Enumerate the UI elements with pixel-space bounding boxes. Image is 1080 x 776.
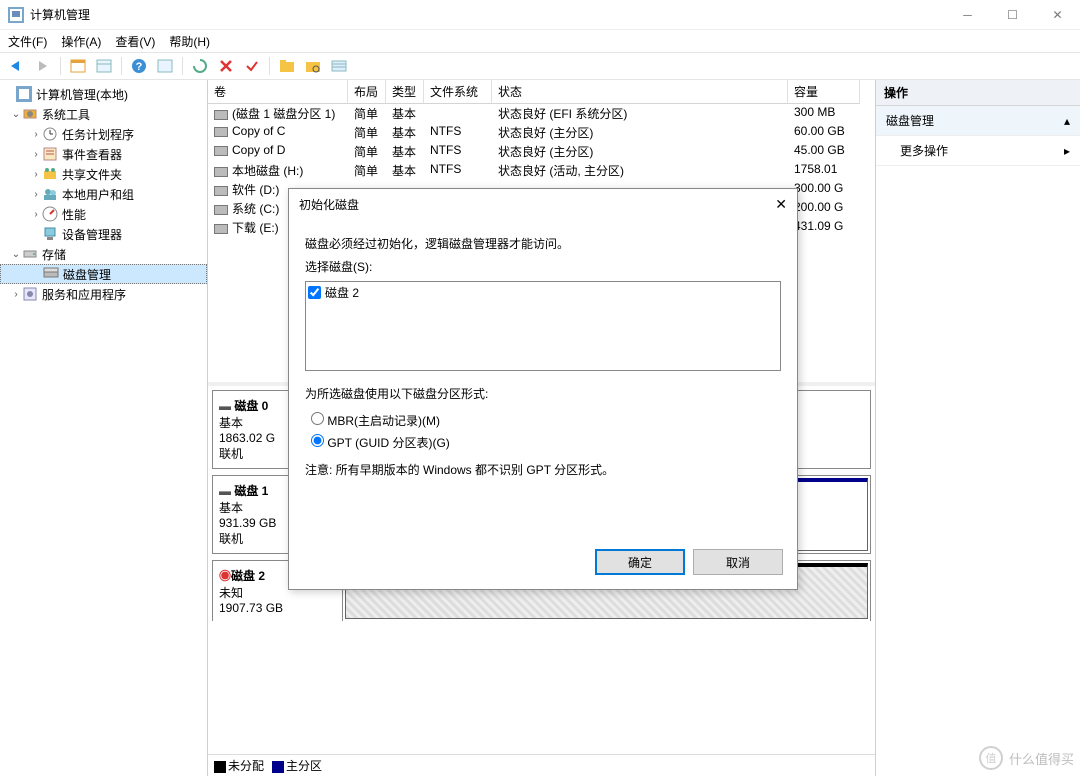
minimize-button[interactable]: ─	[945, 0, 990, 29]
tree-storage[interactable]: ⌄存储	[0, 244, 207, 264]
gpt-radio-label[interactable]: GPT (GUID 分区表)(G)	[311, 434, 781, 451]
ok-button[interactable]: 确定	[595, 549, 685, 575]
hdr-status[interactable]: 状态	[492, 80, 788, 104]
menubar: 文件(F) 操作(A) 查看(V) 帮助(H)	[0, 30, 1080, 52]
dialog-desc: 磁盘必须经过初始化，逻辑磁盘管理器才能访问。	[305, 235, 781, 252]
titlebar: 计算机管理 ─ ☐ ✕	[0, 0, 1080, 30]
collapse-icon[interactable]: ▴	[1064, 114, 1070, 128]
window-title: 计算机管理	[30, 6, 90, 23]
back-button[interactable]	[6, 55, 28, 77]
view-icon[interactable]	[154, 55, 176, 77]
gpt-radio[interactable]	[311, 434, 324, 447]
tree-devmgr[interactable]: 设备管理器	[0, 224, 207, 244]
list-icon[interactable]	[328, 55, 350, 77]
close-button[interactable]: ✕	[1035, 0, 1080, 29]
list-row[interactable]: Copy of D简单基本NTFS状态良好 (主分区)45.00 GB	[208, 142, 875, 161]
check-icon[interactable]	[241, 55, 263, 77]
help-icon[interactable]: ?	[128, 55, 150, 77]
maximize-button[interactable]: ☐	[990, 0, 1035, 29]
expand-icon[interactable]: ▸	[1064, 144, 1070, 158]
menu-file[interactable]: 文件(F)	[8, 33, 47, 50]
mbr-radio[interactable]	[311, 412, 324, 425]
tree-shared[interactable]: ›共享文件夹	[0, 164, 207, 184]
toolbar: ?	[0, 52, 1080, 80]
hdr-type[interactable]: 类型	[386, 80, 424, 104]
tree-services[interactable]: ›服务和应用程序	[0, 284, 207, 304]
mbr-radio-label[interactable]: MBR(主启动记录)(M)	[311, 412, 781, 429]
forward-button[interactable]	[32, 55, 54, 77]
watermark: 值 什么值得买	[979, 746, 1074, 770]
disk2-checkbox[interactable]	[308, 286, 321, 299]
disk-checkbox-item[interactable]: 磁盘 2	[308, 284, 778, 301]
app-icon	[8, 7, 24, 23]
hdr-fs[interactable]: 文件系统	[424, 80, 492, 104]
properties-icon[interactable]	[93, 55, 115, 77]
actions-pane: 操作 磁盘管理▴ 更多操作▸	[876, 80, 1080, 776]
tree-event[interactable]: ›事件查看器	[0, 144, 207, 164]
dialog-close-icon[interactable]: ✕	[775, 196, 787, 213]
svg-text:值: 值	[985, 752, 996, 765]
tree-root[interactable]: 计算机管理(本地)	[0, 84, 207, 104]
more-actions[interactable]: 更多操作▸	[876, 136, 1080, 166]
delete-icon[interactable]	[215, 55, 237, 77]
dialog-title: 初始化磁盘	[299, 196, 359, 213]
hdr-volume[interactable]: 卷	[208, 80, 348, 104]
actions-section[interactable]: 磁盘管理▴	[876, 106, 1080, 136]
select-disk-label: 选择磁盘(S):	[305, 258, 781, 275]
partition-style-label: 为所选磁盘使用以下磁盘分区形式:	[305, 385, 781, 402]
list-row[interactable]: Copy of C简单基本NTFS状态良好 (主分区)60.00 GB	[208, 123, 875, 142]
folder-icon[interactable]	[276, 55, 298, 77]
gpt-note: 注意: 所有早期版本的 Windows 都不识别 GPT 分区形式。	[305, 461, 781, 478]
menu-action[interactable]: 操作(A)	[61, 33, 101, 50]
actions-header: 操作	[876, 80, 1080, 106]
hdr-capacity[interactable]: 容量	[788, 80, 860, 104]
menu-view[interactable]: 查看(V)	[115, 33, 155, 50]
tree-systools[interactable]: ⌄系统工具	[0, 104, 207, 124]
init-disk-dialog: 初始化磁盘 ✕ 磁盘必须经过初始化，逻辑磁盘管理器才能访问。 选择磁盘(S): …	[288, 188, 798, 590]
menu-help[interactable]: 帮助(H)	[169, 33, 210, 50]
nav-tree: 计算机管理(本地) ⌄系统工具 ›任务计划程序 ›事件查看器 ›共享文件夹 ›本…	[0, 80, 208, 776]
legend: 未分配 主分区	[208, 754, 875, 776]
disk-select-list[interactable]: 磁盘 2	[305, 281, 781, 371]
tree-users[interactable]: ›本地用户和组	[0, 184, 207, 204]
svg-text:?: ?	[136, 61, 143, 73]
tree-task[interactable]: ›任务计划程序	[0, 124, 207, 144]
list-row[interactable]: (磁盘 1 磁盘分区 1)简单基本状态良好 (EFI 系统分区)300 MB	[208, 104, 875, 123]
show-hide-icon[interactable]	[67, 55, 89, 77]
hdr-layout[interactable]: 布局	[348, 80, 386, 104]
tree-perf[interactable]: ›性能	[0, 204, 207, 224]
cancel-button[interactable]: 取消	[693, 549, 783, 575]
folder-search-icon[interactable]	[302, 55, 324, 77]
list-row[interactable]: 本地磁盘 (H:)简单基本NTFS状态良好 (活动, 主分区)1758.01	[208, 161, 875, 180]
list-header: 卷 布局 类型 文件系统 状态 容量	[208, 80, 875, 104]
tree-diskmgmt[interactable]: 磁盘管理	[0, 264, 207, 284]
refresh-icon[interactable]	[189, 55, 211, 77]
